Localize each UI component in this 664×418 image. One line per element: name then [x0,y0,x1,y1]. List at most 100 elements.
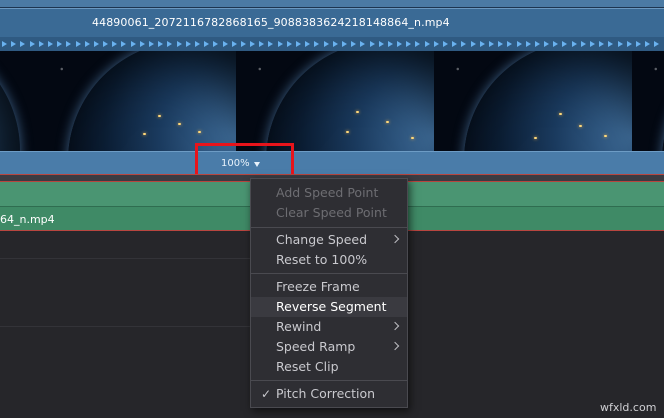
play-direction-arrow-icon [415,41,421,47]
play-direction-arrow-icon [626,41,632,47]
video-thumbnail [632,51,664,151]
earth-image [0,51,20,151]
play-direction-arrow-icon [645,41,651,47]
play-direction-arrow-icon [580,41,586,47]
menu-item-reset-clip[interactable]: Reset Clip [251,357,407,377]
play-direction-arrow-icon [479,41,485,47]
video-clip-name: 44890061_2072116782868165_90883836242181… [92,16,450,29]
video-thumbnail [0,51,39,151]
play-direction-arrow-icon [139,41,145,47]
checkmark-icon: ✓ [261,387,272,401]
video-clip-header[interactable]: 44890061_2072116782868165_90883836242181… [0,8,664,38]
play-direction-arrow-icon [185,41,191,47]
play-direction-arrow-icon [397,41,403,47]
play-direction-arrow-icon [194,41,200,47]
play-direction-arrow-icon [2,41,7,47]
play-direction-arrow-icon [498,41,504,47]
play-direction-arrow-icon [516,41,522,47]
play-direction-arrow-icon [305,41,311,47]
play-direction-arrow-icon [20,41,26,47]
play-direction-arrow-icon [204,41,210,47]
play-direction-arrow-icon [635,41,641,47]
play-direction-arrow-icon [544,41,550,47]
menu-item-speed-ramp[interactable]: Speed Ramp [251,337,407,357]
menu-item-clear-speed-point[interactable]: Clear Speed Point [251,203,407,223]
audio-clip-name: 64_n.mp4 [0,213,55,226]
play-direction-arrow-icon [507,41,513,47]
play-direction-arrow-icon [231,41,237,47]
menu-separator [251,273,407,274]
menu-item-reverse-segment[interactable]: Reverse Segment [251,297,407,317]
retime-speed-bar: 100% [0,151,664,174]
menu-item-add-speed-point[interactable]: Add Speed Point [251,183,407,203]
play-direction-arrow-icon [534,41,540,47]
play-direction-arrow-icon [314,41,320,47]
play-direction-arrow-icon [93,41,99,47]
watermark: wfxld.com [600,401,657,414]
play-direction-arrow-icon [424,41,430,47]
play-direction-arrow-icon [222,41,228,47]
play-direction-arrow-icon [112,41,118,47]
earth-image [68,51,236,151]
play-direction-arrow-icon [452,41,458,47]
play-direction-arrow-icon [277,41,283,47]
play-direction-arrow-icon [332,41,338,47]
menu-item-rewind[interactable]: Rewind [251,317,407,337]
menu-item-pitch-correction[interactable]: ✓ Pitch Correction [251,384,407,404]
submenu-arrow-icon [390,234,400,244]
play-direction-arrow-icon [176,41,182,47]
play-direction-arrow-icon [553,41,559,47]
play-direction-arrow-icon [387,41,393,47]
menu-item-change-speed[interactable]: Change Speed [251,230,407,250]
play-direction-arrow-icon [617,41,623,47]
play-direction-arrow-icon [488,41,494,47]
play-direction-arrow-icon [378,41,384,47]
play-direction-arrow-icon [38,41,44,47]
video-thumbnail [236,51,435,151]
play-direction-arrow-icon [461,41,467,47]
play-direction-arrow-icon [57,41,63,47]
play-direction-arrow-icon [571,41,577,47]
play-direction-arrow-icon [167,41,173,47]
play-direction-arrow-icon [351,41,357,47]
play-direction-arrow-icon [250,41,256,47]
play-direction-arrow-icon [213,41,219,47]
menu-separator [251,227,407,228]
menu-item-freeze-frame[interactable]: Freeze Frame [251,277,407,297]
speed-context-menu: Add Speed Point Clear Speed Point Change… [250,178,408,408]
play-direction-arrow-icon [443,41,448,47]
play-direction-arrow-icon [286,41,292,47]
play-direction-arrow-icon [259,41,265,47]
play-direction-arrow-icon [296,41,301,47]
video-track-top-strip [0,0,664,8]
play-direction-arrow-icon [29,41,35,47]
play-direction-arrow-icon [525,41,531,47]
play-direction-arrow-icon [323,41,329,47]
video-thumbnail [434,51,633,151]
track-line [0,326,250,327]
earth-image [266,51,434,151]
play-direction-arrow-icon [240,41,246,47]
play-direction-arrow-icon [654,41,660,47]
menu-item-reset-to-100[interactable]: Reset to 100% [251,250,407,270]
play-direction-arrow-icon [599,41,605,47]
video-thumbnail [38,51,237,151]
play-direction-arrow-icon [130,41,136,47]
play-direction-arrow-icon [149,41,154,47]
play-direction-arrow-icon [47,41,53,47]
video-thumbnails[interactable] [0,51,664,151]
play-direction-arrow-icon [406,41,412,47]
play-direction-arrow-icon [470,41,476,47]
submenu-arrow-icon [390,341,400,351]
play-direction-arrow-icon [369,41,375,47]
play-direction-arrow-icon [66,41,72,47]
play-direction-arrow-icon [103,41,109,47]
menu-separator [251,380,407,381]
earth-image [464,51,632,151]
play-direction-arrow-icon [608,41,614,47]
play-direction-arrow-icon [11,41,17,47]
play-direction-arrow-icon [360,41,366,47]
submenu-arrow-icon [390,321,400,331]
play-direction-arrow-icon [158,41,164,47]
play-direction-arrow-icon [590,41,595,47]
